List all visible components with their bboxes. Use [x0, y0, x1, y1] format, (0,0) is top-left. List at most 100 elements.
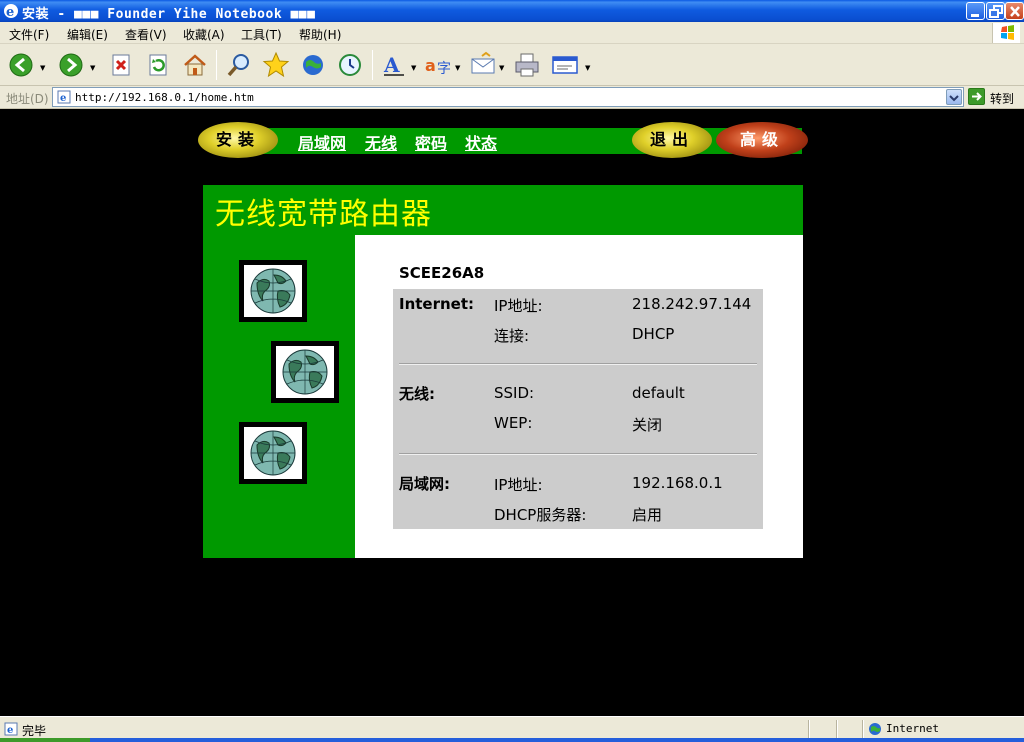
go-arrow-icon [968, 88, 985, 105]
mail-icon[interactable] [468, 50, 498, 80]
field-key: DHCP服务器: [494, 506, 587, 524]
svg-text:字: 字 [437, 61, 451, 77]
windows-logo [992, 23, 1020, 43]
refresh-icon[interactable] [143, 50, 173, 80]
security-zone: Internet [868, 721, 1018, 739]
go-label: 转到 [990, 92, 1015, 106]
field-key: SSID: [494, 384, 535, 402]
page-title: 无线宽带路由器 [215, 197, 432, 232]
field-value: 启用 [632, 506, 663, 524]
favorites-icon[interactable] [261, 50, 291, 80]
stop-icon[interactable] [106, 50, 136, 80]
globe-icon [250, 268, 296, 314]
nav-link-lan[interactable]: 局域网 [298, 130, 346, 154]
history-icon[interactable] [335, 50, 365, 80]
logout-button[interactable]: 退出 [632, 122, 712, 158]
title-bar: e 安装 - ■■■ Founder Yihe Notebook ■■■ [0, 0, 1024, 22]
browser-window: e 安装 - ■■■ Founder Yihe Notebook ■■■ 文件(… [0, 0, 1024, 742]
menu-file[interactable]: 文件(F) [9, 26, 49, 43]
nav-link-status[interactable]: 状态 [465, 130, 497, 154]
page-icon: e [57, 90, 71, 104]
menu-tools[interactable]: 工具(T) [241, 26, 282, 43]
internet-globe-icon [869, 723, 881, 735]
toolbar-separator [216, 50, 217, 80]
edit-dropdown-icon[interactable]: ▼ [585, 64, 590, 72]
edit-icon[interactable] [550, 50, 580, 80]
section-label-wireless: 无线: [399, 385, 435, 403]
translate-dropdown-icon[interactable]: ▼ [455, 64, 460, 72]
advanced-button[interactable]: 高级 [716, 122, 808, 158]
globe-image [239, 260, 307, 322]
address-dropdown-button[interactable] [946, 89, 962, 105]
svg-text:e: e [7, 725, 13, 736]
page-done-icon: e [4, 722, 18, 736]
svg-text:e: e [6, 5, 14, 19]
chevron-down-icon [949, 95, 959, 102]
section-label-internet: Internet: [399, 295, 475, 313]
svg-text:e: e [60, 93, 66, 104]
field-value: 192.168.0.1 [632, 474, 723, 492]
address-bar: 地址(D) e http://192.168.0.1/home.htm 转到 [0, 86, 1024, 109]
device-name: SCEE26A8 [399, 264, 485, 282]
section-label-lan: 局域网: [399, 475, 450, 493]
field-key: IP地址: [494, 297, 543, 315]
menu-favorites[interactable]: 收藏(A) [183, 26, 225, 43]
status-separator [862, 720, 864, 738]
back-icon[interactable] [6, 50, 36, 80]
zone-label: Internet [886, 722, 939, 735]
status-table: Internet: IP地址: 218.242.97.144 连接: DHCP … [393, 289, 763, 529]
field-key: 连接: [494, 327, 530, 345]
mail-dropdown-icon[interactable]: ▼ [499, 64, 504, 72]
globe-image [271, 341, 339, 403]
section-divider [399, 363, 757, 365]
home-icon[interactable] [180, 50, 210, 80]
globe-image [239, 422, 307, 484]
print-icon[interactable] [512, 50, 542, 80]
address-url: http://192.168.0.1/home.htm [75, 91, 254, 104]
nav-link-password[interactable]: 密码 [415, 130, 447, 154]
field-value: 关闭 [632, 416, 663, 434]
back-dropdown-icon[interactable]: ▼ [40, 64, 45, 72]
status-separator [808, 720, 810, 738]
setup-button[interactable]: 安装 [198, 122, 278, 158]
minimize-button[interactable] [966, 2, 985, 20]
font-dropdown-icon[interactable]: ▼ [411, 64, 416, 72]
address-input[interactable]: e http://192.168.0.1/home.htm [52, 87, 964, 107]
windows-flag-icon [1001, 25, 1014, 40]
menu-view[interactable]: 查看(V) [125, 26, 167, 43]
taskbar-strip [0, 738, 1024, 742]
menu-help[interactable]: 帮助(H) [299, 26, 341, 43]
field-value: DHCP [632, 325, 675, 343]
window-title: 安装 - ■■■ Founder Yihe Notebook ■■■ [22, 7, 316, 22]
translate-icon[interactable]: a 字 [424, 50, 454, 80]
svg-text:A: A [383, 53, 400, 77]
menu-bar: 文件(F) 编辑(E) 查看(V) 收藏(A) 工具(T) 帮助(H) [0, 22, 1024, 44]
forward-dropdown-icon[interactable]: ▼ [90, 64, 95, 72]
media-icon[interactable] [298, 50, 328, 80]
menu-edit[interactable]: 编辑(E) [67, 26, 108, 43]
restore-button[interactable] [986, 2, 1005, 20]
nav-link-wireless[interactable]: 无线 [365, 130, 397, 154]
ie-app-icon: e [4, 4, 18, 19]
toolbar-separator [372, 50, 373, 80]
field-value: default [632, 384, 685, 402]
font-icon[interactable]: A [380, 50, 410, 80]
section-divider [399, 453, 757, 455]
go-button[interactable]: 转到 [968, 88, 1022, 106]
close-button[interactable] [1005, 2, 1024, 20]
field-key: WEP: [494, 414, 533, 432]
globe-icon [250, 430, 296, 476]
globe-icon [282, 349, 328, 395]
status-text: 完毕 [22, 724, 47, 738]
status-separator [836, 720, 838, 738]
router-panel: 无线宽带路由器 SCEE26A8 Internet: IP地址: 218.242… [203, 185, 803, 558]
minimize-icon [971, 14, 979, 17]
page-content: 安装 局域网 无线 密码 状态 退出 高级 无线宽带路由器 SCEE26A8 I… [2, 110, 1022, 716]
field-key: IP地址: [494, 476, 543, 494]
restore-icon [989, 5, 1003, 18]
toolbar: ▼ ▼ A ▼ a 字 ▼ ▼ ▼ [0, 44, 1024, 86]
address-label: 地址(D) [6, 92, 49, 106]
close-icon [1010, 6, 1020, 17]
forward-icon[interactable] [56, 50, 86, 80]
search-icon[interactable] [224, 50, 254, 80]
